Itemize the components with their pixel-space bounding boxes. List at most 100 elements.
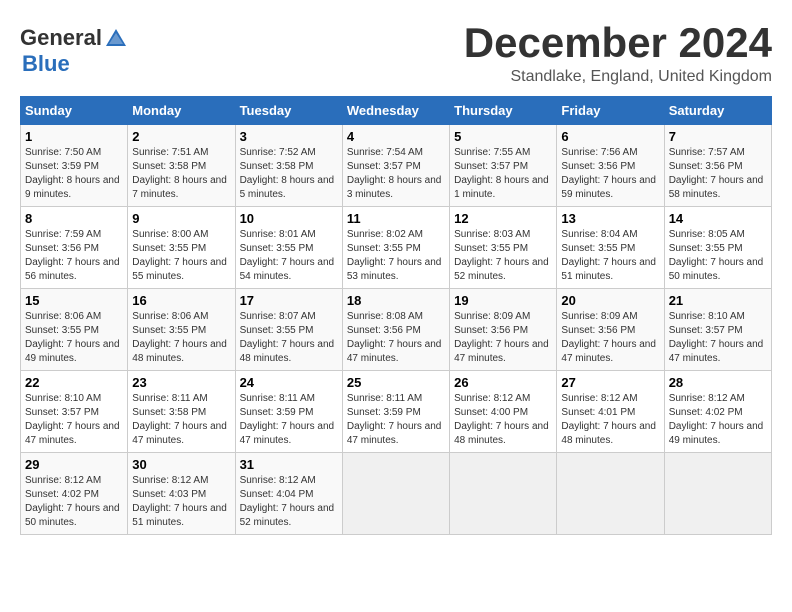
calendar-cell: 5 Sunrise: 7:55 AMSunset: 3:57 PMDaylight… bbox=[450, 125, 557, 207]
logo-general-text: General bbox=[20, 25, 102, 51]
calendar-cell: 8 Sunrise: 7:59 AMSunset: 3:56 PMDaylight… bbox=[21, 207, 128, 289]
day-info: Sunrise: 8:01 AMSunset: 3:55 PMDaylight:… bbox=[240, 228, 338, 284]
calendar-cell: 9 Sunrise: 8:00 AMSunset: 3:55 PMDaylight… bbox=[128, 207, 235, 289]
day-number: 13 bbox=[561, 211, 659, 226]
calendar-cell: 6Sunrise: 7:56 AMSunset: 3:56 PMDaylight… bbox=[557, 125, 664, 207]
month-title: December 2024 bbox=[464, 20, 772, 66]
calendar-cell: 27 Sunrise: 8:12 AMSunset: 4:01 PMDayligh… bbox=[557, 371, 664, 453]
day-info: Sunrise: 8:11 AMSunset: 3:59 PMDaylight:… bbox=[347, 392, 445, 448]
day-number: 4 bbox=[347, 129, 445, 144]
day-info: Sunrise: 7:55 AMSunset: 3:57 PMDaylight:… bbox=[454, 146, 552, 202]
calendar-cell: 17Sunrise: 8:07 AMSunset: 3:55 PMDayligh… bbox=[235, 289, 342, 371]
day-number: 11 bbox=[347, 211, 445, 226]
calendar-cell: 16 Sunrise: 8:06 AMSunset: 3:55 PMDayligh… bbox=[128, 289, 235, 371]
day-info: Sunrise: 8:11 AMSunset: 3:58 PMDaylight:… bbox=[132, 392, 230, 448]
day-number: 15 bbox=[25, 293, 123, 308]
day-info: Sunrise: 8:11 AMSunset: 3:59 PMDaylight:… bbox=[240, 392, 338, 448]
calendar-cell: 10 Sunrise: 8:01 AMSunset: 3:55 PMDayligh… bbox=[235, 207, 342, 289]
calendar-cell: 3 Sunrise: 7:52 AMSunset: 3:58 PMDaylight… bbox=[235, 125, 342, 207]
day-number: 9 bbox=[132, 211, 230, 226]
day-info: Sunrise: 8:04 AMSunset: 3:55 PMDaylight:… bbox=[561, 228, 659, 284]
calendar-cell bbox=[342, 453, 449, 535]
header-cell-wednesday: Wednesday bbox=[342, 97, 449, 125]
calendar-cell: 7 Sunrise: 7:57 AMSunset: 3:56 PMDaylight… bbox=[664, 125, 771, 207]
day-number: 3 bbox=[240, 129, 338, 144]
calendar-cell bbox=[557, 453, 664, 535]
day-info: Sunrise: 8:08 AMSunset: 3:56 PMDaylight:… bbox=[347, 310, 445, 366]
calendar-cell bbox=[450, 453, 557, 535]
day-number: 16 bbox=[132, 293, 230, 308]
calendar-cell: 20 Sunrise: 8:09 AMSunset: 3:56 PMDayligh… bbox=[557, 289, 664, 371]
day-number: 14 bbox=[669, 211, 767, 226]
header-cell-monday: Monday bbox=[128, 97, 235, 125]
header-cell-saturday: Saturday bbox=[664, 97, 771, 125]
week-row: 1 Sunrise: 7:50 AMSunset: 3:59 PMDaylight… bbox=[21, 125, 772, 207]
day-info: Sunrise: 8:10 AMSunset: 3:57 PMDaylight:… bbox=[25, 392, 123, 448]
header: General Blue December 2024 Standlake, En… bbox=[20, 20, 772, 86]
day-info: Sunrise: 7:50 AMSunset: 3:59 PMDaylight:… bbox=[25, 146, 123, 202]
day-info: Sunrise: 8:12 AMSunset: 4:01 PMDaylight:… bbox=[561, 392, 659, 448]
calendar-cell: 19 Sunrise: 8:09 AMSunset: 3:56 PMDayligh… bbox=[450, 289, 557, 371]
day-number: 31 bbox=[240, 457, 338, 472]
day-info: Sunrise: 7:57 AMSunset: 3:56 PMDaylight:… bbox=[669, 146, 767, 202]
day-info: Sunrise: 8:09 AMSunset: 3:56 PMDaylight:… bbox=[454, 310, 552, 366]
header-cell-friday: Friday bbox=[557, 97, 664, 125]
day-number: 8 bbox=[25, 211, 123, 226]
day-info: Sunrise: 8:09 AMSunset: 3:56 PMDaylight:… bbox=[561, 310, 659, 366]
day-number: 23 bbox=[132, 375, 230, 390]
day-info: Sunrise: 8:05 AMSunset: 3:55 PMDaylight:… bbox=[669, 228, 767, 284]
calendar-cell: 18 Sunrise: 8:08 AMSunset: 3:56 PMDayligh… bbox=[342, 289, 449, 371]
day-info: Sunrise: 7:52 AMSunset: 3:58 PMDaylight:… bbox=[240, 146, 338, 202]
calendar-table: SundayMondayTuesdayWednesdayThursdayFrid… bbox=[20, 96, 772, 535]
day-info: Sunrise: 7:51 AMSunset: 3:58 PMDaylight:… bbox=[132, 146, 230, 202]
day-info: Sunrise: 7:59 AMSunset: 3:56 PMDaylight:… bbox=[25, 228, 123, 284]
calendar-cell: 2 Sunrise: 7:51 AMSunset: 3:58 PMDaylight… bbox=[128, 125, 235, 207]
day-number: 19 bbox=[454, 293, 552, 308]
day-info: Sunrise: 8:10 AMSunset: 3:57 PMDaylight:… bbox=[669, 310, 767, 366]
day-number: 26 bbox=[454, 375, 552, 390]
day-number: 7 bbox=[669, 129, 767, 144]
day-info: Sunrise: 8:12 AMSunset: 4:02 PMDaylight:… bbox=[669, 392, 767, 448]
day-number: 20 bbox=[561, 293, 659, 308]
calendar-cell: 1 Sunrise: 7:50 AMSunset: 3:59 PMDaylight… bbox=[21, 125, 128, 207]
calendar-cell: 31 Sunrise: 8:12 AMSunset: 4:04 PMDayligh… bbox=[235, 453, 342, 535]
day-info: Sunrise: 8:02 AMSunset: 3:55 PMDaylight:… bbox=[347, 228, 445, 284]
header-cell-thursday: Thursday bbox=[450, 97, 557, 125]
day-number: 29 bbox=[25, 457, 123, 472]
day-info: Sunrise: 8:12 AMSunset: 4:04 PMDaylight:… bbox=[240, 474, 338, 530]
day-number: 1 bbox=[25, 129, 123, 144]
day-info: Sunrise: 8:06 AMSunset: 3:55 PMDaylight:… bbox=[132, 310, 230, 366]
calendar-cell: 4 Sunrise: 7:54 AMSunset: 3:57 PMDaylight… bbox=[342, 125, 449, 207]
header-cell-tuesday: Tuesday bbox=[235, 97, 342, 125]
day-info: Sunrise: 8:00 AMSunset: 3:55 PMDaylight:… bbox=[132, 228, 230, 284]
calendar-cell: 24Sunrise: 8:11 AMSunset: 3:59 PMDayligh… bbox=[235, 371, 342, 453]
day-number: 22 bbox=[25, 375, 123, 390]
day-number: 2 bbox=[132, 129, 230, 144]
day-number: 5 bbox=[454, 129, 552, 144]
day-number: 12 bbox=[454, 211, 552, 226]
calendar-cell: 14 Sunrise: 8:05 AMSunset: 3:55 PMDayligh… bbox=[664, 207, 771, 289]
day-info: Sunrise: 8:07 AMSunset: 3:55 PMDaylight:… bbox=[240, 310, 338, 366]
day-number: 18 bbox=[347, 293, 445, 308]
logo-blue-text: Blue bbox=[22, 51, 70, 76]
day-number: 25 bbox=[347, 375, 445, 390]
calendar-cell bbox=[664, 453, 771, 535]
day-info: Sunrise: 8:06 AMSunset: 3:55 PMDaylight:… bbox=[25, 310, 123, 366]
calendar-cell: 12 Sunrise: 8:03 AMSunset: 3:55 PMDayligh… bbox=[450, 207, 557, 289]
day-number: 10 bbox=[240, 211, 338, 226]
day-number: 28 bbox=[669, 375, 767, 390]
day-number: 27 bbox=[561, 375, 659, 390]
week-row: 8 Sunrise: 7:59 AMSunset: 3:56 PMDaylight… bbox=[21, 207, 772, 289]
day-info: Sunrise: 7:54 AMSunset: 3:57 PMDaylight:… bbox=[347, 146, 445, 202]
calendar-cell: 28 Sunrise: 8:12 AMSunset: 4:02 PMDayligh… bbox=[664, 371, 771, 453]
calendar-cell: 30Sunrise: 8:12 AMSunset: 4:03 PMDayligh… bbox=[128, 453, 235, 535]
logo: General Blue bbox=[20, 25, 128, 77]
day-info: Sunrise: 7:56 AMSunset: 3:56 PMDaylight:… bbox=[561, 146, 659, 202]
calendar-cell: 23 Sunrise: 8:11 AMSunset: 3:58 PMDayligh… bbox=[128, 371, 235, 453]
calendar-body: 1 Sunrise: 7:50 AMSunset: 3:59 PMDaylight… bbox=[21, 125, 772, 535]
week-row: 15 Sunrise: 8:06 AMSunset: 3:55 PMDayligh… bbox=[21, 289, 772, 371]
logo-icon bbox=[104, 26, 128, 50]
day-info: Sunrise: 8:03 AMSunset: 3:55 PMDaylight:… bbox=[454, 228, 552, 284]
day-number: 30 bbox=[132, 457, 230, 472]
calendar-cell: 13 Sunrise: 8:04 AMSunset: 3:55 PMDayligh… bbox=[557, 207, 664, 289]
